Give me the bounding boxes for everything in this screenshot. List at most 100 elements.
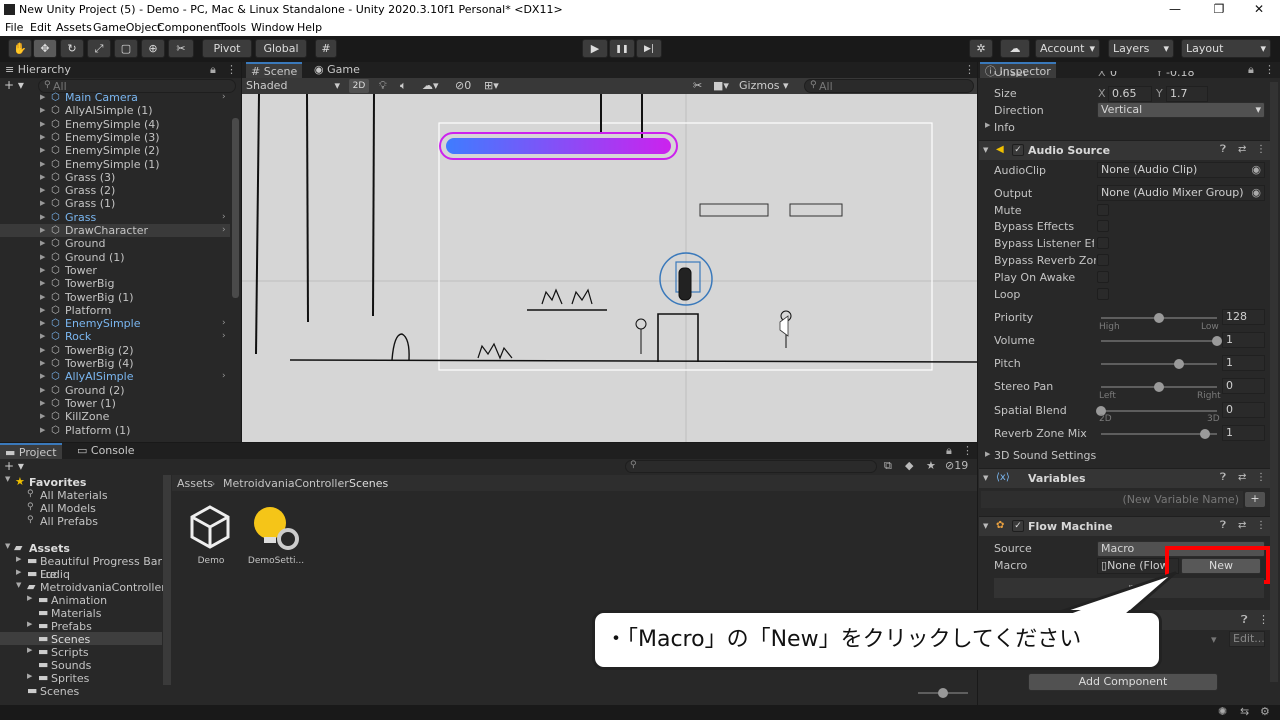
expand-arrow-icon[interactable]: ▶ — [40, 91, 45, 104]
offset-x-field[interactable]: 0 — [1110, 71, 1117, 79]
flow-machine-header[interactable]: ▼ ✿ ✓ Flow Machine ❓︎ ⇄ ⋮ — [979, 516, 1270, 536]
hierarchy-item[interactable]: ▶ ⬡ TowerBig — [0, 277, 230, 290]
scale-tool-icon[interactable]: ⤢ — [87, 39, 111, 58]
volume-field[interactable]: 1 — [1222, 332, 1265, 348]
stereo-pan-field[interactable]: 0 — [1222, 378, 1265, 394]
more-icon[interactable]: ⋮ — [1258, 613, 1269, 626]
pitch-field[interactable]: 1 — [1222, 355, 1265, 371]
expand-arrow-icon[interactable]: ▶ — [40, 171, 45, 184]
menu-edit[interactable]: Edit — [30, 21, 51, 34]
hierarchy-item[interactable]: ▶ ⬡ Ground (2) — [0, 384, 230, 397]
hierarchy-item[interactable]: ▶ ⬡ EnemySimple (1) — [0, 158, 230, 171]
expand-arrow-icon[interactable]: ▶ — [985, 121, 990, 129]
audio-source-header[interactable]: ▼ ◀ ✓ Audio Source ❓︎ ⇄ ⋮ — [979, 140, 1270, 160]
spatial-blend-slider[interactable] — [1096, 406, 1217, 416]
object-picker-icon[interactable]: ◉ — [1251, 163, 1261, 177]
expand-arrow-icon[interactable]: ▶ — [40, 224, 45, 237]
hierarchy-item[interactable]: ▶ ⬡ Ground (1) — [0, 251, 230, 264]
loop-checkbox[interactable] — [1097, 288, 1109, 300]
expand-arrow-icon[interactable]: ▶ — [40, 277, 45, 290]
expand-arrow-icon[interactable]: ▶ — [985, 450, 990, 458]
favorite-all-prefabs[interactable]: All Prefabs — [40, 515, 98, 528]
hierarchy-item[interactable]: ▶ ⬡ Platform (1) — [0, 424, 230, 437]
create-asset-button[interactable]: + ▾ — [4, 459, 24, 473]
open-prefab-icon[interactable]: › — [222, 317, 226, 330]
expand-arrow-icon[interactable]: ▶ — [27, 672, 32, 680]
expand-arrow-icon[interactable]: ▶ — [40, 104, 45, 117]
tab-game[interactable]: ◉ Game — [309, 62, 365, 78]
menu-file[interactable]: File — [5, 21, 23, 34]
stereo-pan-slider[interactable] — [1101, 382, 1217, 392]
expand-arrow-icon[interactable]: ▶ — [16, 555, 21, 563]
play-on-awake-checkbox[interactable] — [1097, 271, 1109, 283]
new-variable-name-input[interactable]: (New Variable Name) — [981, 491, 1243, 508]
priority-field[interactable]: 128 — [1222, 309, 1265, 325]
favorite-all-materials[interactable]: All Materials — [40, 489, 108, 502]
hierarchy-item[interactable]: ▶ ⬡ Grass (2) — [0, 184, 230, 197]
lock-icon[interactable]: 🔒︎ — [946, 444, 952, 458]
expand-arrow-icon[interactable]: ▼ — [5, 475, 10, 483]
audioclip-field[interactable]: None (Audio Clip) ◉ — [1097, 162, 1265, 178]
breadcrumb-assets[interactable]: Assets — [177, 477, 213, 490]
audio-source-enabled-checkbox[interactable]: ✓ — [1012, 144, 1024, 156]
volume-slider-knob[interactable] — [1212, 336, 1222, 346]
collapse-arrow-icon[interactable]: ▼ — [983, 146, 988, 154]
hierarchy-item[interactable]: ▶ ⬡ TowerBig (1) — [0, 291, 230, 304]
grid-icon[interactable]: ⊞▾ — [484, 78, 499, 94]
menu-help[interactable]: Help — [297, 21, 322, 34]
help-icon[interactable]: ❓︎ — [1220, 472, 1226, 483]
expand-arrow-icon[interactable]: ▶ — [40, 291, 45, 304]
priority-slider[interactable] — [1101, 313, 1217, 323]
direction-dropdown[interactable]: Vertical ▾ — [1097, 102, 1265, 118]
minimize-button[interactable]: — — [1160, 2, 1190, 16]
hierarchy-item[interactable]: ▶ ⬡ Tower (1) — [0, 397, 230, 410]
flow-machine-enabled-checkbox[interactable]: ✓ — [1012, 520, 1024, 532]
layers-dropdown[interactable]: Layers ▾ — [1108, 39, 1174, 58]
snap-icon[interactable]: # — [315, 39, 337, 58]
lighting-icon[interactable]: 💡︎ — [379, 78, 387, 94]
expand-arrow-icon[interactable]: ▶ — [40, 397, 45, 410]
slider-knob[interactable] — [938, 688, 948, 698]
label-icon[interactable]: ◆ — [905, 459, 913, 472]
folder-materials[interactable]: Materials — [51, 607, 101, 620]
lock-icon[interactable]: 🔒︎ — [210, 63, 216, 77]
collapse-arrow-icon[interactable]: ▼ — [983, 474, 988, 482]
expand-arrow-icon[interactable]: ▶ — [40, 264, 45, 277]
effects-icon[interactable]: ☁▾ — [422, 78, 439, 94]
expand-arrow-icon[interactable]: ▶ — [16, 568, 21, 576]
hidden-objects-icon[interactable]: ⊘0 — [455, 78, 471, 94]
open-prefab-icon[interactable]: › — [222, 330, 226, 343]
edit-button[interactable]: Edit... — [1229, 631, 1265, 647]
expand-arrow-icon[interactable]: ▶ — [40, 211, 45, 224]
expand-arrow-icon[interactable]: ▶ — [40, 304, 45, 317]
hierarchy-item[interactable]: ▶ ⬡ Rock › — [0, 330, 230, 343]
rotate-tool-icon[interactable]: ↻ — [60, 39, 84, 58]
project-tree-scrollbar[interactable] — [163, 475, 171, 685]
tab-hierarchy[interactable]: ≡ Hierarchy — [0, 62, 76, 78]
shading-mode-dropdown[interactable]: Shaded ▾ — [244, 78, 342, 94]
hierarchy-item[interactable]: ▶ ⬡ EnemySimple (4) — [0, 118, 230, 131]
hidden-packages-count[interactable]: ⊘19 — [945, 459, 968, 472]
folder-sprites[interactable]: Sprites — [51, 672, 89, 685]
favorite-star-icon[interactable]: ★ — [926, 459, 936, 472]
reverb-zone-mix-field[interactable]: 1 — [1222, 425, 1265, 441]
maximize-button[interactable]: ❐ — [1204, 2, 1234, 16]
stereo-pan-slider-knob[interactable] — [1154, 382, 1164, 392]
lighting-settings-icon[interactable] — [252, 505, 302, 553]
scene-viewport[interactable] — [242, 94, 977, 442]
expand-arrow-icon[interactable]: ▶ — [40, 237, 45, 250]
menu-window[interactable]: Window — [251, 21, 294, 34]
hierarchy-item[interactable]: ▶ ⬡ EnemySimple (3) — [0, 131, 230, 144]
2d-toggle[interactable]: 2D — [349, 79, 369, 93]
folder-scenes-root[interactable]: Scenes — [40, 685, 79, 698]
3d-sound-settings-foldout[interactable]: 3D Sound Settings — [994, 449, 1096, 462]
folder-sounds[interactable]: Sounds — [51, 659, 91, 672]
expand-arrow-icon[interactable]: ▶ — [40, 317, 45, 330]
camera-icon[interactable]: ■▾ — [713, 78, 729, 94]
hierarchy-scrollbar[interactable] — [232, 118, 239, 298]
open-prefab-icon[interactable]: › — [222, 370, 226, 383]
file-demo-label[interactable]: Demo — [178, 556, 244, 566]
favorites-label[interactable]: Favorites — [29, 476, 86, 489]
folder-ludiq[interactable]: Ludiq — [40, 568, 70, 581]
play-button[interactable]: ▶ — [582, 39, 608, 58]
